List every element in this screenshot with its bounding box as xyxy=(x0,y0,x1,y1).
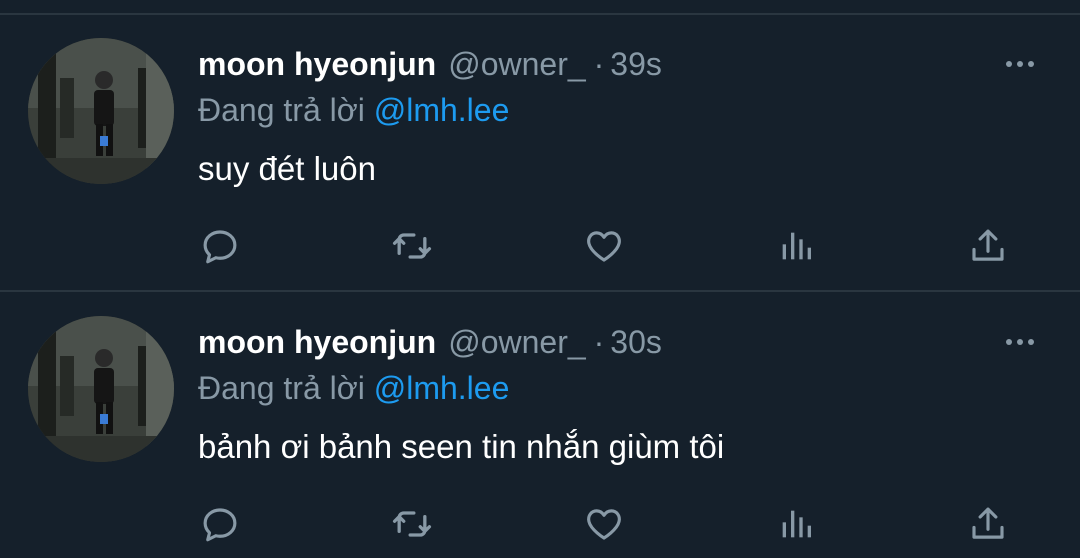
share-button[interactable] xyxy=(966,502,1010,546)
avatar-photo xyxy=(28,316,174,462)
avatar[interactable] xyxy=(28,316,174,462)
avatar[interactable] xyxy=(28,38,174,184)
more-options-button[interactable] xyxy=(998,54,1042,74)
more-dot xyxy=(1017,339,1023,345)
analytics-icon xyxy=(782,232,811,260)
tweet-text: suy đét luôn xyxy=(198,150,376,187)
reply-mention-link[interactable]: @lmh.lee xyxy=(374,92,510,128)
share-icon xyxy=(972,507,1004,539)
more-horizontal-icon xyxy=(1006,339,1012,345)
author-name[interactable]: moon hyeonjun xyxy=(198,324,436,360)
retweet-button[interactable] xyxy=(390,502,434,546)
reply-context: Đang trả lời @lmh.lee xyxy=(198,90,509,130)
separator-dot: · xyxy=(593,324,605,360)
reply-bubble-icon xyxy=(203,508,237,542)
views-button[interactable] xyxy=(774,502,818,546)
share-icon xyxy=(972,229,1004,261)
tweet[interactable]: moon hyeonjun @owner_ · 39s Đang trả lời @l… xyxy=(0,0,1080,291)
reply-prefix: Đang trả lời xyxy=(198,370,365,406)
retweet-icon xyxy=(392,511,432,537)
timestamp[interactable]: 30s xyxy=(610,324,662,360)
more-horizontal-icon xyxy=(1006,61,1012,67)
views-button[interactable] xyxy=(774,224,818,268)
share-button[interactable] xyxy=(966,224,1010,268)
tweet-text: bảnh ơi bảnh seen tin nhắn giùm tôi xyxy=(198,428,725,465)
analytics-icon xyxy=(782,510,811,538)
author-name[interactable]: moon hyeonjun xyxy=(198,46,436,82)
retweet-button[interactable] xyxy=(390,224,434,268)
author-handle[interactable]: @owner_ xyxy=(448,324,585,360)
like-button[interactable] xyxy=(582,502,626,546)
more-options-button[interactable] xyxy=(998,332,1042,352)
tweet-header: moon hyeonjun @owner_ · 39s xyxy=(198,44,662,84)
more-dot xyxy=(1028,61,1034,67)
tweet[interactable]: moon hyeonjun @owner_ · 30s Đang trả lời @l… xyxy=(0,278,1080,558)
reply-context: Đang trả lời @lmh.lee xyxy=(198,368,509,408)
tweet-header: moon hyeonjun @owner_ · 30s xyxy=(198,322,662,362)
reply-button[interactable] xyxy=(198,224,242,268)
heart-icon xyxy=(587,509,621,540)
more-dot xyxy=(1017,61,1023,67)
reply-bubble-icon xyxy=(203,230,237,264)
avatar-photo xyxy=(28,38,174,184)
separator-dot: · xyxy=(593,46,605,82)
more-dot xyxy=(1028,339,1034,345)
reply-prefix: Đang trả lời xyxy=(198,92,365,128)
retweet-icon xyxy=(392,233,432,259)
like-button[interactable] xyxy=(582,224,626,268)
reply-mention-link[interactable]: @lmh.lee xyxy=(374,370,510,406)
timestamp[interactable]: 39s xyxy=(610,46,662,82)
reply-button[interactable] xyxy=(198,502,242,546)
author-handle[interactable]: @owner_ xyxy=(448,46,585,82)
heart-icon xyxy=(587,231,621,262)
